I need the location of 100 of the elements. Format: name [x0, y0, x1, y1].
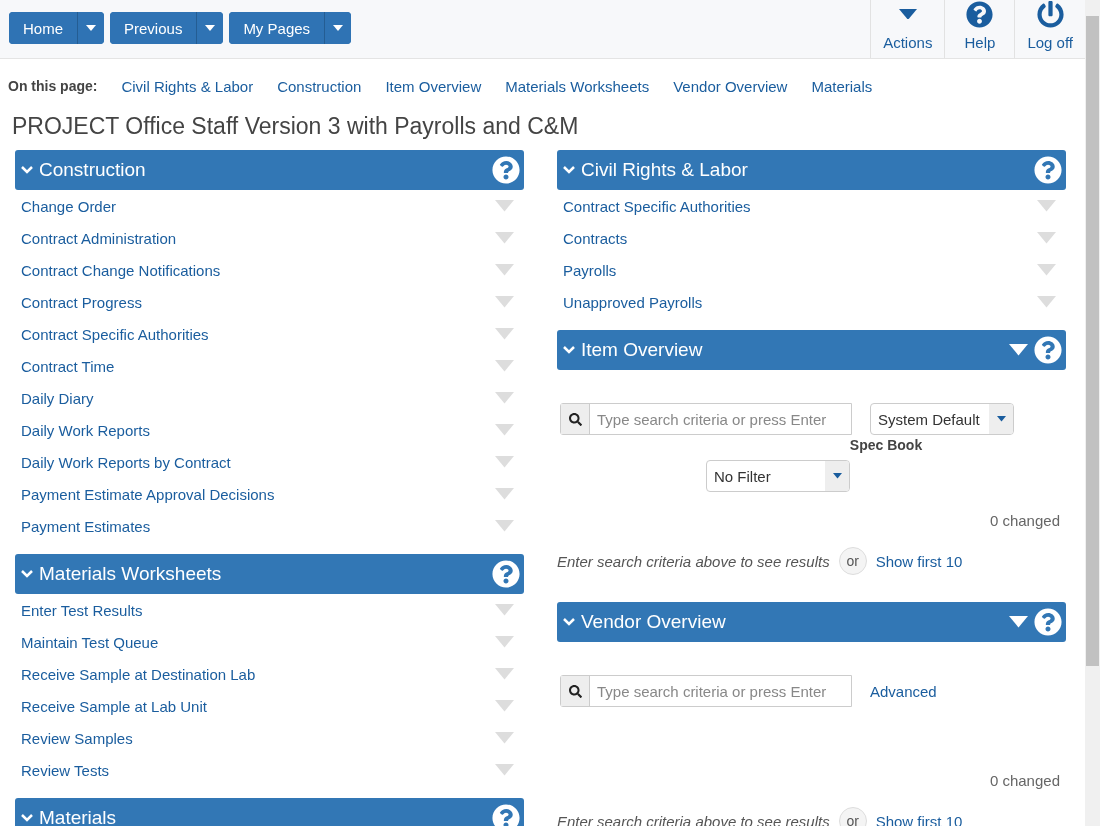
show-first-link[interactable]: Show first 10: [875, 552, 963, 570]
caret-icon: [996, 416, 1006, 422]
row-menu-icon: [495, 328, 514, 340]
row-menu-icon: [1037, 232, 1056, 244]
page-link[interactable]: Maintain Test Queue: [21, 633, 159, 651]
advanced-link[interactable]: Advanced: [870, 682, 937, 700]
toolbar-button[interactable]: Actions: [870, 0, 945, 58]
panel-header[interactable]: Materials Worksheets: [15, 554, 524, 594]
row-menu-icon: [495, 488, 514, 500]
page-link[interactable]: Enter Test Results: [21, 601, 143, 619]
row-menu-icon: [495, 604, 514, 616]
section-link[interactable]: Materials: [811, 77, 873, 95]
page-link[interactable]: Payment Estimate Approval Decisions: [21, 485, 275, 503]
toolbar-button[interactable]: Help: [944, 0, 1015, 58]
panel-header[interactable]: Vendor Overview: [557, 602, 1066, 642]
caret-icon: [898, 8, 917, 20]
scrollbar[interactable]: [1085, 0, 1100, 826]
row-menu-icon: [495, 520, 514, 532]
caret-icon: [333, 25, 344, 31]
nav-button[interactable]: Previous: [110, 12, 198, 44]
page-link[interactable]: Contract Time: [21, 357, 115, 375]
caret-icon: [832, 473, 842, 479]
chevron-icon: [563, 166, 575, 174]
page-link[interactable]: Review Tests: [21, 761, 110, 779]
search-field[interactable]: Type search criteria or press Enter: [560, 403, 852, 435]
or-badge: or: [838, 547, 867, 575]
caret-icon: [205, 25, 216, 31]
page-link[interactable]: Payment Estimates: [21, 517, 151, 535]
nav-button[interactable]: My Pages: [229, 12, 326, 44]
row-menu-icon: [495, 668, 514, 680]
panel-title: Vendor Overview: [581, 611, 727, 633]
page-link[interactable]: Contract Change Notifications: [21, 261, 221, 279]
help-icon[interactable]: [492, 156, 520, 184]
search-hint: Enter search criteria above to see results: [557, 812, 830, 826]
menu-caret-icon: [1009, 344, 1028, 356]
section-link[interactable]: Materials Worksheets: [505, 77, 650, 95]
filter-label: Spec Book: [849, 437, 923, 453]
changed-count: 0 changed: [989, 512, 1060, 529]
page-link[interactable]: Receive Sample at Destination Lab: [21, 665, 256, 683]
section-link[interactable]: Vendor Overview: [673, 77, 788, 95]
or-badge: or: [838, 807, 867, 826]
page-link[interactable]: Contract Administration: [21, 229, 177, 247]
panel-header[interactable]: Materials: [15, 798, 524, 826]
section-link[interactable]: Civil Rights & Labor: [121, 77, 254, 95]
page-link[interactable]: Unapproved Payrolls: [563, 293, 703, 311]
chevron-icon: [563, 618, 575, 626]
page-link[interactable]: Contract Specific Authorities: [21, 325, 209, 343]
chevron-icon: [21, 814, 33, 822]
page-link[interactable]: Change Order: [21, 197, 117, 215]
row-menu-icon: [1037, 264, 1056, 276]
help-icon[interactable]: [492, 560, 520, 588]
panel-title: Materials Worksheets: [39, 563, 223, 585]
panel-header[interactable]: Civil Rights & Labor: [557, 150, 1066, 190]
panel-title: Civil Rights & Labor: [581, 159, 749, 181]
row-menu-icon: [495, 424, 514, 436]
help-icon[interactable]: [492, 804, 520, 826]
page-link[interactable]: Daily Work Reports: [21, 421, 150, 439]
row-menu-icon: [1037, 296, 1056, 308]
section-link[interactable]: Construction: [277, 77, 362, 95]
row-menu-icon: [495, 636, 514, 648]
row-menu-icon: [495, 360, 514, 372]
filter-select[interactable]: No Filter: [706, 460, 850, 492]
page-link[interactable]: Daily Diary: [21, 389, 94, 407]
nav-button[interactable]: Home: [9, 12, 78, 44]
page-link[interactable]: Contract Specific Authorities: [563, 197, 751, 215]
search-icon: [568, 684, 582, 698]
search-icon: [568, 412, 582, 426]
show-first-link[interactable]: Show first 10: [875, 812, 963, 826]
page-link[interactable]: Contract Progress: [21, 293, 142, 311]
search-field[interactable]: Type search criteria or press Enter: [560, 675, 852, 707]
page-link[interactable]: Contracts: [563, 229, 628, 247]
help-icon: [966, 0, 994, 28]
power-icon: [1036, 0, 1064, 28]
page-title: PROJECT Office Staff Version 3 with Payrolls and C&M: [12, 113, 580, 140]
on-page-label: On this page:: [8, 78, 98, 94]
view-select[interactable]: System Default: [870, 403, 1014, 435]
row-menu-icon: [495, 200, 514, 212]
page-link[interactable]: Daily Work Reports by Contract: [21, 453, 231, 471]
row-menu-icon: [495, 764, 514, 776]
panel-header[interactable]: Item Overview: [557, 330, 1066, 370]
page-link[interactable]: Review Samples: [21, 729, 133, 747]
help-icon[interactable]: [1034, 156, 1062, 184]
help-icon[interactable]: [1034, 608, 1062, 636]
row-menu-icon: [495, 392, 514, 404]
row-menu-icon: [495, 456, 514, 468]
section-link[interactable]: Item Overview: [385, 77, 482, 95]
help-icon[interactable]: [1034, 336, 1062, 364]
row-menu-icon: [495, 264, 514, 276]
chevron-icon: [21, 166, 33, 174]
page-link[interactable]: Receive Sample at Lab Unit: [21, 697, 207, 715]
row-menu-icon: [495, 700, 514, 712]
row-menu-icon: [495, 232, 514, 244]
changed-count: 0 changed: [989, 772, 1060, 789]
panel-title: Item Overview: [581, 339, 704, 361]
chevron-icon: [21, 570, 33, 578]
page-link[interactable]: Payrolls: [563, 261, 617, 279]
menu-caret-icon: [1009, 616, 1028, 628]
panel-title: Construction: [39, 159, 147, 181]
row-menu-icon: [495, 296, 514, 308]
panel-header[interactable]: Construction: [15, 150, 524, 190]
